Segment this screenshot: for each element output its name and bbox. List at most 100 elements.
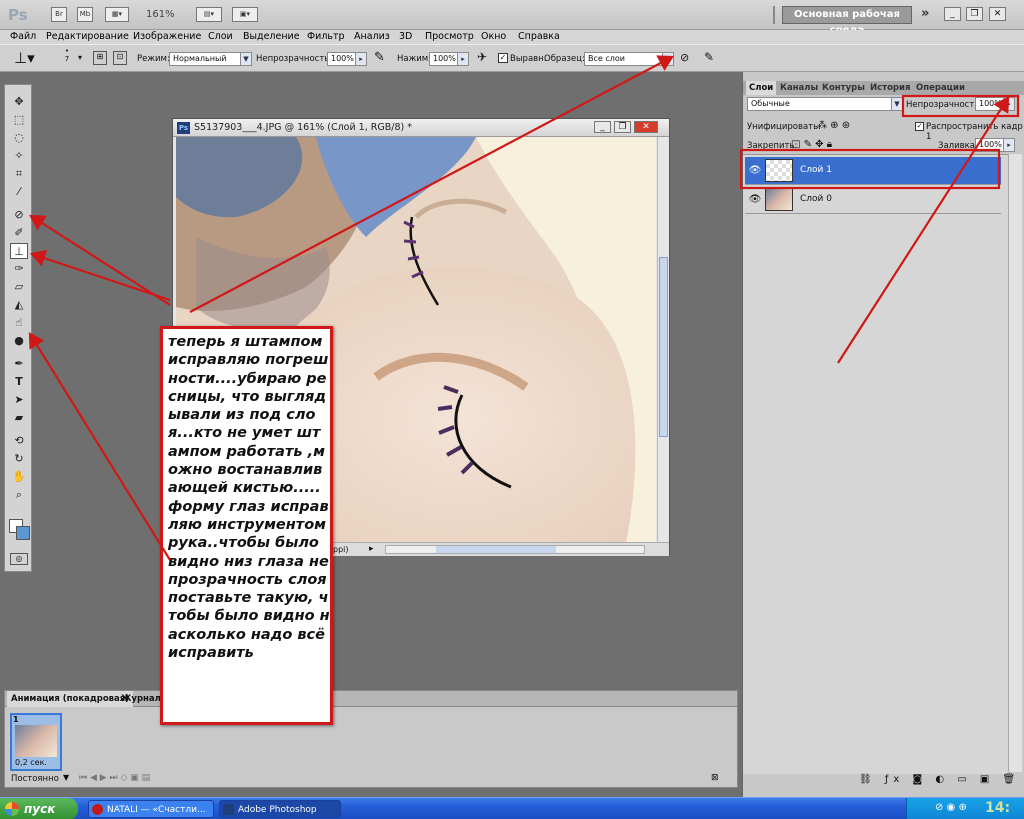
eyedropper-icon[interactable]: ⁄: [10, 184, 28, 200]
brush-panel-icon[interactable]: ⊞: [93, 51, 107, 65]
brush-picker[interactable]: • 7: [62, 47, 72, 63]
tab-history[interactable]: История: [867, 81, 913, 95]
smudge-tool-icon[interactable]: ☝: [10, 315, 28, 331]
menu-view[interactable]: Просмотр: [425, 31, 474, 42]
taskbar-item-photoshop[interactable]: Adobe Photoshop CS...: [219, 800, 341, 818]
doc-close-button[interactable]: ✕: [634, 121, 658, 133]
document-title-bar[interactable]: Ps S5137903___4.JPG @ 161% (Слой 1, RGB/…: [173, 119, 669, 137]
lasso-tool-icon[interactable]: ◌: [10, 130, 28, 146]
shape-tool-icon[interactable]: ▰: [10, 410, 28, 426]
zoom-level[interactable]: 161%: [146, 9, 175, 20]
layer-footer-icons[interactable]: ⛓ ƒx ◙ ◐ ▭ ▣ 🗑︎: [859, 774, 1020, 785]
quick-selection-icon[interactable]: ✧: [10, 148, 28, 164]
brush-tool-icon[interactable]: ✐: [10, 225, 28, 241]
menu-filter[interactable]: Фильтр: [307, 31, 345, 42]
taskbar-item-browser[interactable]: NATALI — «Счастли...: [88, 800, 214, 818]
tab-animation[interactable]: Анимация (покадровая): [7, 691, 134, 707]
menu-select[interactable]: Выделение: [243, 31, 300, 42]
marquee-tool-icon[interactable]: ⬚: [10, 112, 28, 128]
tray-icons[interactable]: ⊘ ◉ ⊕: [935, 802, 967, 813]
pressure-opacity-icon[interactable]: ✎: [374, 50, 385, 65]
type-tool-icon[interactable]: T: [10, 374, 28, 390]
history-brush-icon[interactable]: ✑: [10, 261, 28, 277]
first-frame-icon[interactable]: ⏮ ◀ ▶ ⏭ ◇ ▣ ▤: [79, 773, 150, 783]
layers-scrollbar[interactable]: [1008, 154, 1022, 772]
aligned-checkbox[interactable]: ✓: [498, 53, 508, 63]
start-button[interactable]: пуск: [0, 798, 78, 819]
screen-mode-button[interactable]: ▣▾: [232, 7, 258, 22]
propagate-checkbox[interactable]: ✓: [915, 122, 924, 131]
tab-paths[interactable]: Контуры: [819, 81, 868, 95]
mini-bridge-button[interactable]: Mb: [77, 7, 93, 22]
tab-actions[interactable]: Операции: [913, 81, 968, 95]
pressure-size-icon[interactable]: ✎: [704, 50, 714, 64]
restore-button[interactable]: ❐: [966, 7, 983, 21]
animation-frame[interactable]: 1 0,2 сек.: [10, 713, 62, 771]
workspace-switcher[interactable]: Основная рабочая среда: [782, 6, 912, 36]
zoom-tool-icon[interactable]: ⌕: [10, 487, 28, 503]
crop-tool-icon[interactable]: ⌗: [10, 166, 28, 182]
document-title: S5137903___4.JPG @ 161% (Слой 1, RGB/8) …: [194, 122, 412, 133]
layer-opacity-label: Непрозрачность:: [906, 100, 983, 110]
flow-field[interactable]: 100% ▸: [429, 52, 469, 66]
close-button[interactable]: ✕: [989, 7, 1006, 21]
dodge-tool-icon[interactable]: ●: [10, 333, 28, 349]
bridge-button[interactable]: Br: [51, 7, 67, 22]
eye-icon[interactable]: 👁︎: [747, 163, 763, 179]
chevron-down-icon[interactable]: ▼: [63, 773, 69, 782]
tab-layers[interactable]: Слои: [746, 81, 777, 95]
3d-rotate-icon[interactable]: ⟲: [10, 433, 28, 449]
unify-icons[interactable]: ⁂ ⊕ ⊛: [817, 120, 850, 131]
pen-tool-icon[interactable]: ✒: [10, 356, 28, 372]
eye-icon[interactable]: 👁︎: [747, 192, 763, 208]
menu-edit[interactable]: Редактирование: [46, 31, 129, 42]
quick-mask-icon[interactable]: ◎: [10, 553, 28, 565]
menu-file[interactable]: Файл: [10, 31, 36, 42]
fill-field[interactable]: 100% ▸: [975, 138, 1015, 152]
minimize-button[interactable]: _: [944, 7, 961, 21]
arrange-documents-button[interactable]: ▤▾: [196, 7, 222, 22]
horizontal-scrollbar[interactable]: [385, 545, 645, 554]
menu-image[interactable]: Изображение: [133, 31, 201, 42]
hand-tool-icon[interactable]: ✋: [10, 469, 28, 485]
menu-help[interactable]: Справка: [518, 31, 560, 42]
sample-select[interactable]: Все слои ▼: [584, 52, 674, 66]
panel-options-icon[interactable]: ⊠: [711, 773, 719, 783]
layer-row-layer0[interactable]: 👁︎ Слой 0: [745, 186, 1001, 214]
chevron-down-icon[interactable]: ▾: [78, 53, 82, 62]
loop-select[interactable]: Постоянно: [11, 774, 59, 784]
mode-select[interactable]: Нормальный ▼: [169, 52, 252, 66]
paint-bucket-icon[interactable]: ◭: [10, 297, 28, 313]
layer-row-layer1[interactable]: 👁︎ Слой 1: [745, 157, 1001, 185]
clone-stamp-icon[interactable]: ⊥: [10, 243, 28, 259]
frame-delay[interactable]: 0,2 сек.: [15, 758, 47, 767]
layer-opacity-field[interactable]: 100% ▸: [975, 97, 1015, 111]
lock-icons[interactable]: □ ✎ ✥ 🔒︎: [791, 139, 832, 150]
status-menu-arrow-icon[interactable]: ▸: [369, 544, 374, 554]
clone-source-icon[interactable]: ⊡: [113, 51, 127, 65]
3d-orbit-icon[interactable]: ↻: [10, 451, 28, 467]
opacity-field[interactable]: 100% ▸: [327, 52, 367, 66]
path-selection-icon[interactable]: ➤: [10, 392, 28, 408]
tab-history-journal[interactable]: Журнал: [117, 691, 165, 707]
tab-channels[interactable]: Каналы: [777, 81, 821, 95]
airbrush-icon[interactable]: ✈: [477, 50, 487, 64]
blend-mode-select[interactable]: Обычные ▼: [747, 97, 903, 111]
menu-window[interactable]: Окно: [481, 31, 506, 42]
more-workspaces-button[interactable]: »: [921, 6, 929, 21]
healing-brush-icon[interactable]: ⊘: [10, 207, 28, 223]
scroll-thumb[interactable]: [436, 546, 556, 553]
menu-3d[interactable]: 3D: [399, 31, 412, 42]
clone-stamp-preset-icon[interactable]: ⊥▾: [14, 49, 35, 67]
ignore-adjustment-icon[interactable]: ⊘: [680, 51, 689, 64]
doc-restore-button[interactable]: ❐: [614, 121, 631, 133]
menu-analysis[interactable]: Анализ: [354, 31, 390, 42]
eraser-icon[interactable]: ▱: [10, 279, 28, 295]
doc-minimize-button[interactable]: _: [594, 121, 611, 133]
move-tool-icon[interactable]: ✥: [10, 94, 28, 110]
scroll-thumb[interactable]: [659, 257, 668, 437]
vertical-scrollbar[interactable]: [657, 137, 669, 542]
menu-layers[interactable]: Слои: [208, 31, 233, 42]
background-color-swatch[interactable]: [16, 526, 30, 540]
view-extras-button[interactable]: ▦▾: [105, 7, 129, 22]
